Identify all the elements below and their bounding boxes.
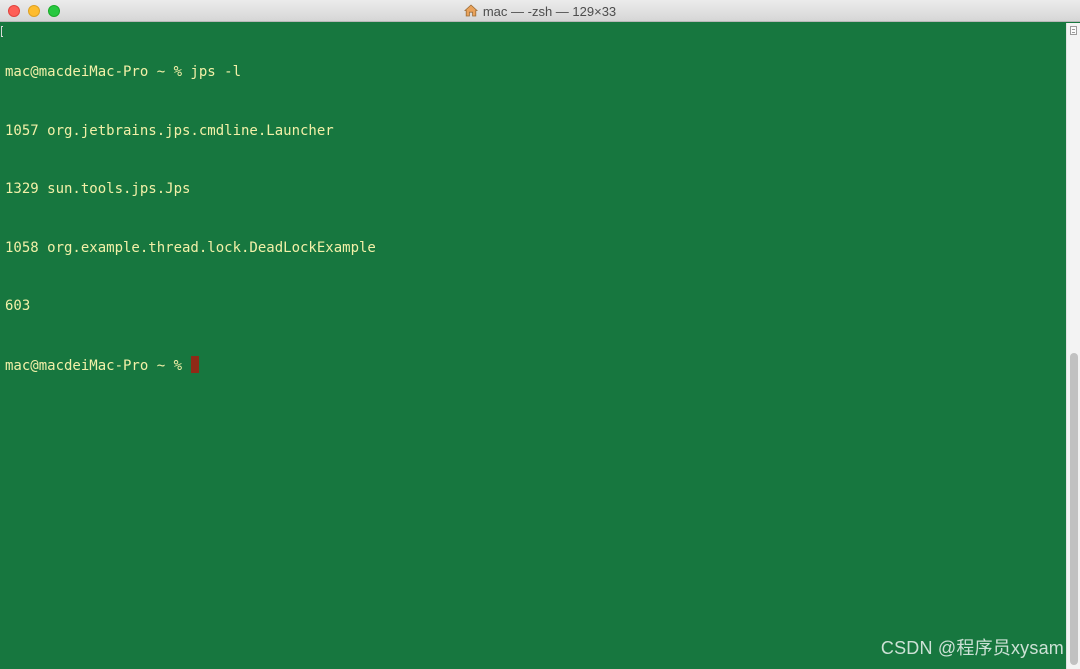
prompt-text: mac@macdeiMac-Pro ~ % [5, 357, 191, 374]
scroll-marker-icon [1070, 26, 1077, 35]
terminal-line: 1329 sun.tools.jps.Jps [5, 181, 191, 197]
terminal-line: 1058 org.example.thread.lock.DeadLockExa… [5, 239, 376, 256]
terminal-line: 603 [5, 298, 31, 314]
terminal-line: mac@macdeiMac-Pro ~ % jps -l [5, 64, 242, 80]
home-icon [463, 3, 478, 16]
window-title-text: mac — -zsh — 129×33 [482, 3, 617, 19]
terminal-output[interactable]: mac@macdeiMac-Pro ~ % jps -l 1057 org.je… [0, 23, 1066, 669]
text-cursor [191, 355, 200, 373]
watermark: CSDN @程序员xysam [880, 638, 1064, 658]
vertical-scrollbar[interactable] [1066, 23, 1080, 669]
title-bar[interactable]: mac — -zsh — 129×33 [0, 0, 1080, 22]
terminal-line: 1057 org.jetbrains.jps.cmdline.Launcher [5, 122, 334, 139]
prompt-line[interactable]: mac@macdeiMac-Pro ~ % [5, 355, 1066, 376]
scroll-thumb[interactable] [1070, 353, 1078, 665]
terminal-window: mac — -zsh — 129×33 mac@macdeiMac-Pro ~ … [0, 0, 1080, 669]
window-title: mac — -zsh — 129×33 [0, 0, 1080, 22]
